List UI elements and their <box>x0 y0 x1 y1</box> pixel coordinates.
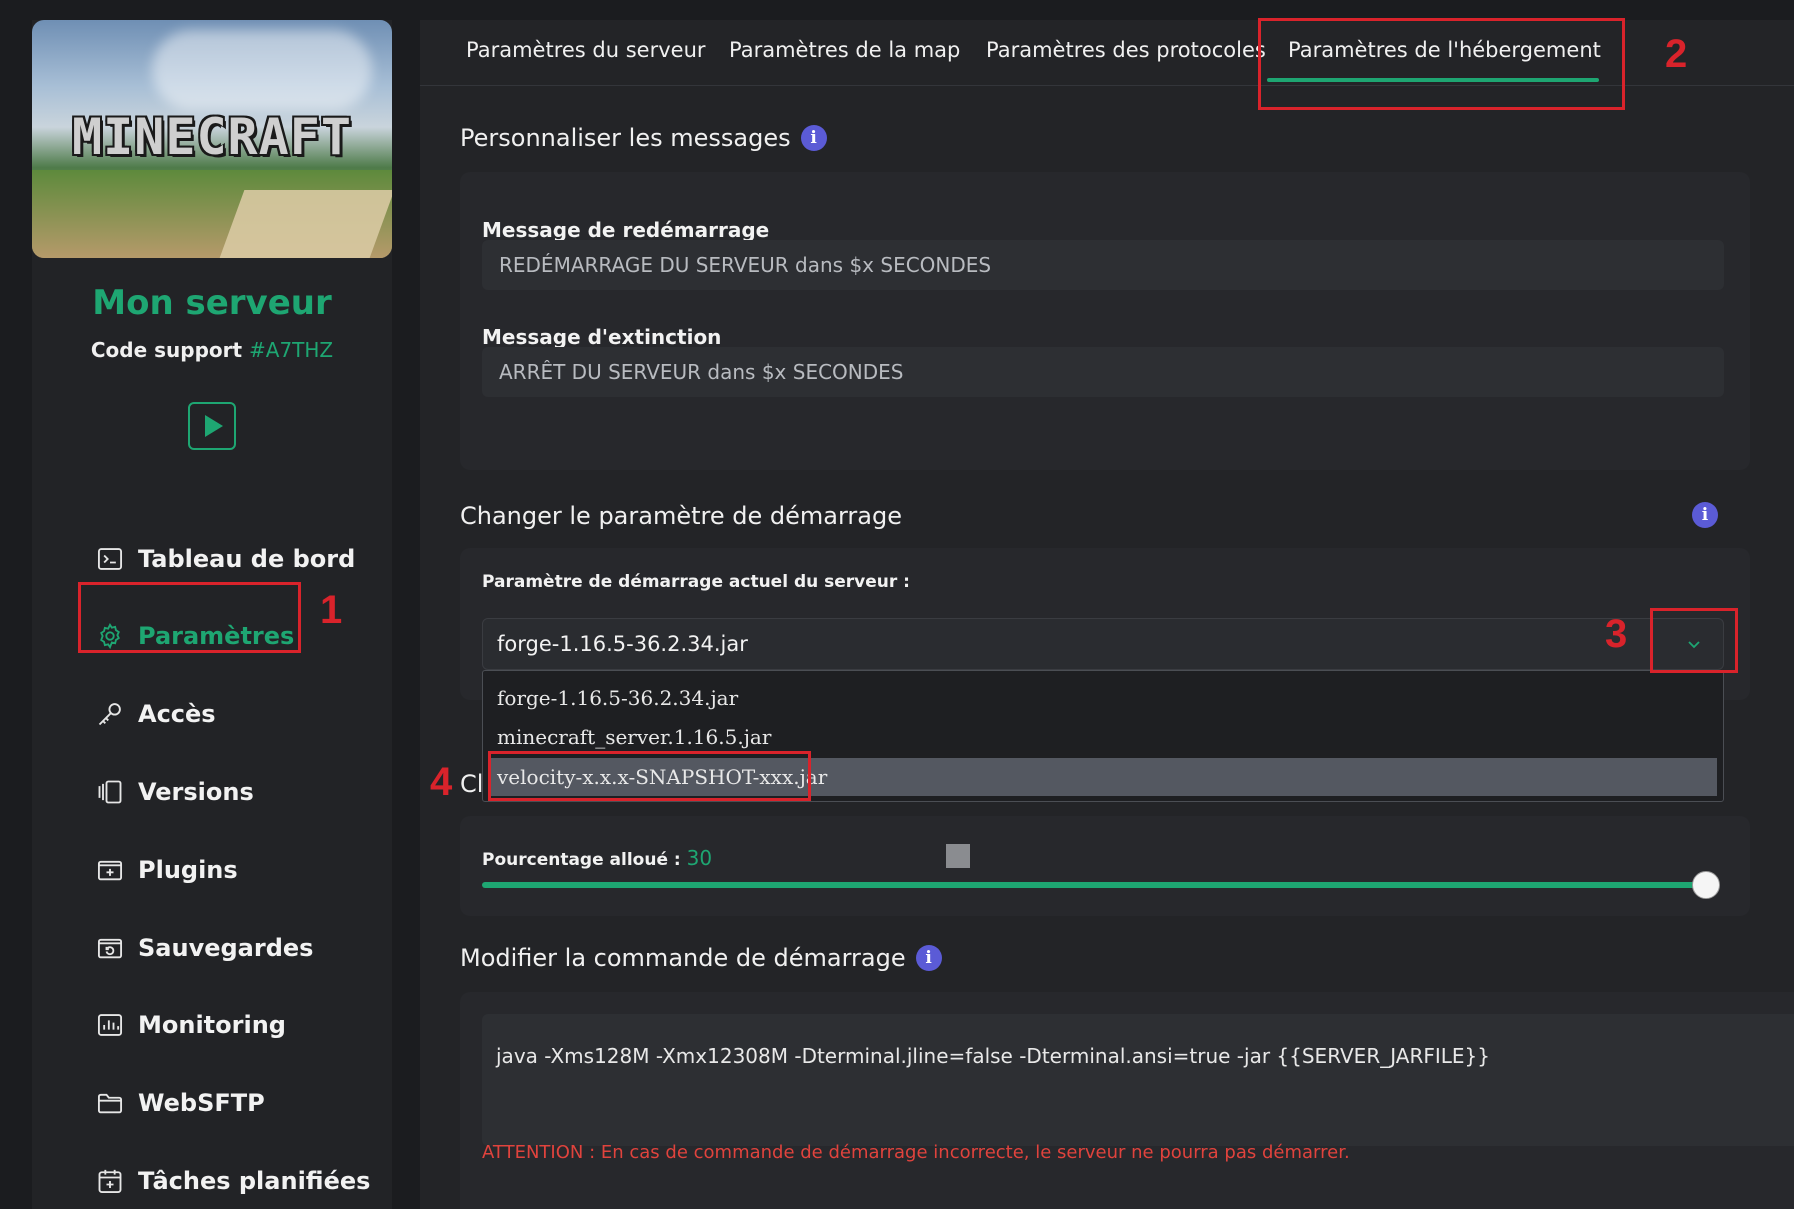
chart-icon <box>97 1014 123 1036</box>
allocation-title-text: Cl <box>460 770 484 798</box>
plugin-icon <box>97 860 123 881</box>
nav-item-tableau-de-bord[interactable]: Tableau de bord <box>96 534 355 584</box>
info-icon[interactable]: i <box>1692 502 1718 528</box>
dropdown-option[interactable]: forge-1.16.5-36.2.34.jar <box>483 679 1723 717</box>
allocation-section-title: Cl <box>460 770 483 798</box>
nav-item-acces[interactable]: Accès <box>96 689 216 739</box>
nav-item-plugins[interactable]: Plugins <box>96 845 238 895</box>
server-banner: MINECRAFT <box>32 20 392 258</box>
annotation-box-3 <box>1650 608 1738 673</box>
start-server-button[interactable] <box>188 402 236 450</box>
calendar-icon <box>98 1169 122 1194</box>
annotation-box-4 <box>488 751 811 801</box>
annotation-box-2 <box>1258 18 1625 110</box>
annotation-number-2: 2 <box>1665 32 1688 76</box>
terminal-icon <box>97 548 123 570</box>
versions-icon <box>98 780 122 804</box>
messages-card: Message de redémarrage REDÉMARRAGE DU SE… <box>460 172 1750 470</box>
nav-label: Versions <box>138 778 254 806</box>
minecraft-logo: MINECRAFT <box>72 108 352 166</box>
info-icon[interactable]: i <box>800 125 827 151</box>
startup-command-field[interactable]: java -Xms128M -Xmx12308M -Dterminal.jlin… <box>482 1014 1794 1146</box>
backup-icon <box>97 938 123 959</box>
messages-section-title: Personnaliser les messages i <box>460 124 827 152</box>
startup-section-title: Changer le paramètre de démarrage <box>460 502 902 530</box>
slider-marker <box>946 844 970 868</box>
nav-item-taches-planifiees[interactable]: Tâches planifiées <box>96 1156 370 1206</box>
allocation-slider-track[interactable] <box>482 882 1706 888</box>
restart-message-field[interactable]: REDÉMARRAGE DU SERVEUR dans $x SECONDES <box>482 240 1724 290</box>
annotation-number-1: 1 <box>320 588 343 632</box>
nav-item-monitoring[interactable]: Monitoring <box>96 1000 286 1050</box>
folder-icon <box>97 1093 123 1114</box>
nav-label: Tableau de bord <box>138 545 356 573</box>
nav-label: Accès <box>138 700 216 728</box>
restart-message-label: Message de redémarrage <box>482 218 770 242</box>
tab-parametres-protocoles[interactable]: Paramètres des protocoles <box>986 38 1266 62</box>
support-code: Code support #A7THZ <box>32 338 392 362</box>
shutdown-message-field[interactable]: ARRÊT DU SERVEUR dans $x SECONDES <box>482 347 1724 397</box>
startup-jar-select[interactable]: forge-1.16.5-36.2.34.jar <box>482 618 1724 670</box>
annotation-number-4: 4 <box>430 760 453 804</box>
allocation-percent-value: 30 <box>686 846 713 870</box>
allocation-percent-label: Pourcentage alloué : <box>482 850 681 870</box>
nav-item-sauvegardes[interactable]: Sauvegardes <box>96 923 313 973</box>
nav-label: Tâches planifiées <box>138 1167 371 1195</box>
nav-item-versions[interactable]: Versions <box>96 767 254 817</box>
startup-selected-value: forge-1.16.5-36.2.34.jar <box>497 632 748 656</box>
annotation-number-3: 3 <box>1605 612 1628 656</box>
support-label: Code support <box>90 338 243 362</box>
annotation-box-1 <box>78 582 301 653</box>
nav-label: WebSFTP <box>138 1089 265 1117</box>
allocation-label: Pourcentage alloué : 30 <box>482 846 712 870</box>
support-code-value: #A7THZ <box>249 338 334 362</box>
info-icon[interactable]: i <box>915 945 942 971</box>
nav-label: Sauvegardes <box>138 934 314 962</box>
nav-label: Plugins <box>138 856 238 884</box>
nav-item-websftp[interactable]: WebSFTP <box>96 1078 265 1128</box>
tab-parametres-serveur[interactable]: Paramètres du serveur <box>466 38 706 62</box>
tab-parametres-map[interactable]: Paramètres de la map <box>729 38 960 62</box>
startup-command-warning: ATTENTION : En cas de commande de démarr… <box>482 1142 1350 1163</box>
shutdown-message-label: Message d'extinction <box>482 325 722 349</box>
startup-current-label: Paramètre de démarrage actuel du serveur… <box>482 572 910 592</box>
allocation-card: Pourcentage alloué : 30 <box>460 816 1750 916</box>
key-icon <box>98 703 121 726</box>
server-name: Mon serveur <box>92 283 332 323</box>
command-title-text: Modifier la commande de démarrage <box>460 944 906 972</box>
messages-title-text: Personnaliser les messages <box>460 124 791 152</box>
play-icon <box>205 415 223 437</box>
allocation-slider-thumb[interactable] <box>1692 871 1720 899</box>
command-section-title: Modifier la commande de démarrage i <box>460 944 942 972</box>
nav-label: Monitoring <box>138 1011 286 1039</box>
startup-title-text: Changer le paramètre de démarrage <box>460 502 902 530</box>
